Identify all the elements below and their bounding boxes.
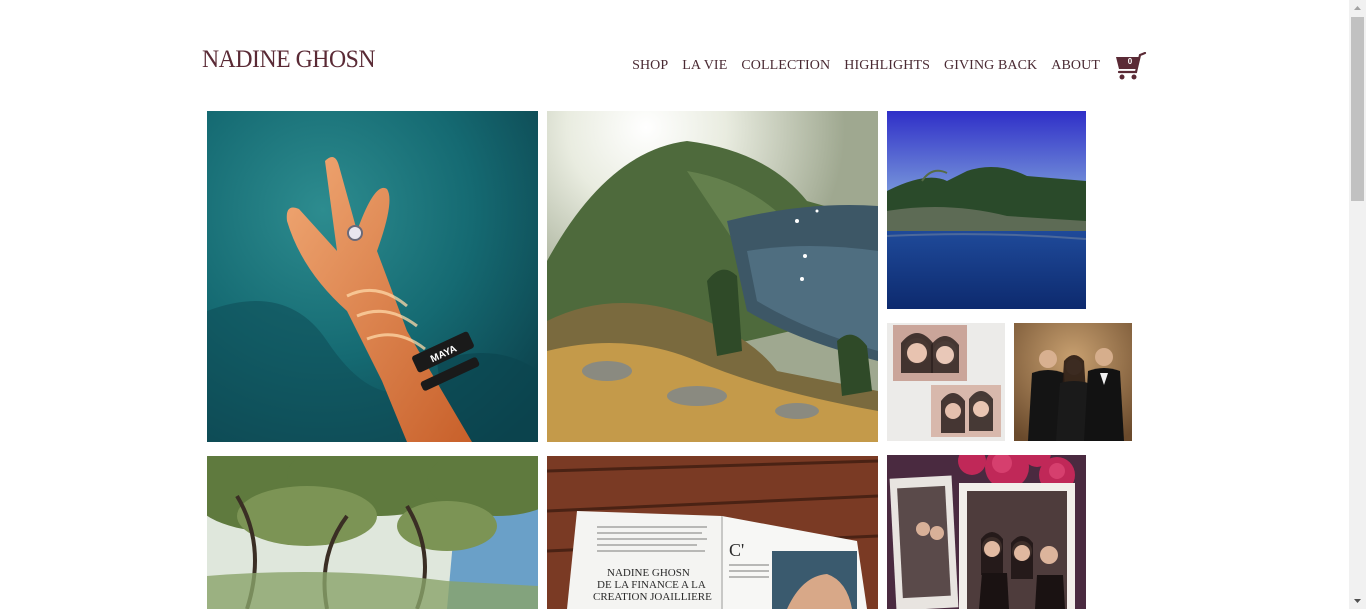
gallery-photo-olive-trees[interactable] (207, 456, 538, 609)
gallery-photo-hand-in-water[interactable]: MAYA (207, 111, 538, 442)
nav-item-shop[interactable]: SHOP (632, 58, 668, 74)
nav-item-giving-back[interactable]: GIVING BACK (944, 58, 1037, 74)
magazine-headline-line3: CREATION JOAILLIERE (593, 591, 712, 603)
gallery-photo-magazine[interactable]: NADINE GHOSN DE LA FINANCE A LA CREATION… (547, 456, 878, 609)
page-scrollbar[interactable] (1349, 0, 1366, 609)
gallery-photo-mountain-bay[interactable] (547, 111, 878, 442)
gallery-photo-frames-flowers[interactable] (887, 455, 1086, 609)
nav-item-highlights[interactable]: HIGHLIGHTS (844, 58, 930, 74)
brand-logo[interactable]: NADINE GHOSN (202, 46, 376, 74)
magazine-initial: C' (729, 540, 744, 560)
nav-item-la-vie[interactable]: LA VIE (682, 58, 727, 74)
gallery-photo-evening-party[interactable] (1014, 323, 1132, 441)
scroll-down-arrow-icon[interactable] (1349, 592, 1366, 609)
scrollbar-thumb[interactable] (1351, 17, 1364, 201)
cart-count-badge: 0 (1127, 57, 1133, 66)
main-nav: SHOP LA VIE COLLECTION HIGHLIGHTS GIVING… (618, 58, 1100, 74)
magazine-headline-line2: DE LA FINANCE A LA (597, 579, 706, 591)
nav-item-about[interactable]: ABOUT (1051, 58, 1100, 74)
scroll-up-arrow-icon[interactable] (1349, 0, 1366, 17)
gallery-photo-selfies[interactable] (887, 323, 1005, 441)
magazine-headline-line1: NADINE GHOSN (607, 567, 690, 579)
gallery-photo-island[interactable] (887, 111, 1086, 309)
cart-button[interactable]: 0 (1113, 51, 1147, 82)
site-header: NADINE GHOSN SHOP LA VIE COLLECTION HIGH… (0, 0, 1349, 105)
nav-item-collection[interactable]: COLLECTION (741, 58, 830, 74)
